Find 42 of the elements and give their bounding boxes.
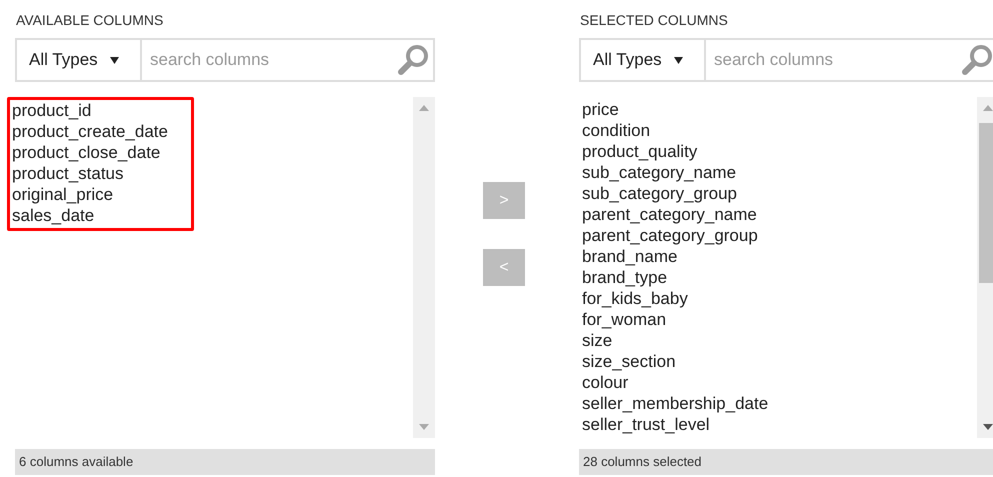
list-item[interactable]: condition — [581, 120, 977, 141]
list-item[interactable]: seller_trust_level — [581, 414, 977, 435]
list-item[interactable]: for_kids_baby — [581, 288, 977, 309]
list-item[interactable]: brand_name — [581, 246, 977, 267]
status-footer: 28 columns selected — [579, 449, 993, 475]
list-item[interactable]: sales_date — [11, 205, 169, 226]
scroll-up-icon[interactable] — [419, 105, 429, 111]
type-dropdown[interactable]: All Types — [17, 40, 142, 80]
list-item[interactable]: seller_membership_date — [581, 393, 977, 414]
search-field[interactable]: search columns — [706, 40, 961, 80]
search-bar[interactable]: All Types search columns — [15, 38, 435, 82]
status-footer: 6 columns available — [15, 449, 435, 475]
list-item[interactable]: for_woman — [581, 309, 977, 330]
search-icon[interactable] — [397, 43, 431, 77]
search-icon[interactable] — [961, 43, 993, 77]
list-item[interactable]: size_section — [581, 351, 977, 372]
list-item[interactable]: sub_category_group — [581, 183, 977, 204]
list-item[interactable]: size — [581, 330, 977, 351]
list-item[interactable]: product_create_date — [11, 121, 169, 142]
scroll-thumb[interactable] — [979, 123, 993, 283]
list-item[interactable]: product_close_date — [11, 142, 169, 163]
list-item[interactable]: sub_category_name — [581, 162, 977, 183]
list-item[interactable]: colour — [581, 372, 977, 393]
search-bar[interactable]: All Types search columns — [579, 38, 993, 82]
list-item[interactable]: parent_category_name — [581, 204, 977, 225]
scrollbar[interactable] — [413, 97, 435, 438]
list-item[interactable]: product_status — [11, 163, 169, 184]
list-item[interactable]: brand_type — [581, 267, 977, 288]
list-item[interactable]: price — [581, 99, 977, 120]
list-item[interactable]: product_quality — [581, 141, 977, 162]
panel-title: SELECTED COLUMNS — [579, 11, 728, 30]
scroll-down-icon[interactable] — [983, 424, 993, 430]
list-item[interactable]: product_id — [11, 100, 169, 121]
list-item[interactable]: original_price — [11, 184, 169, 205]
caret-icon — [110, 56, 119, 64]
caret-icon — [674, 56, 683, 64]
scrollbar[interactable] — [977, 97, 993, 438]
type-dropdown[interactable]: All Types — [581, 40, 706, 80]
panel-title: AVAILABLE COLUMNS — [15, 11, 164, 30]
search-field[interactable]: search columns — [142, 40, 397, 80]
list-item[interactable]: parent_category_group — [581, 225, 977, 246]
scroll-up-icon[interactable] — [983, 105, 993, 111]
